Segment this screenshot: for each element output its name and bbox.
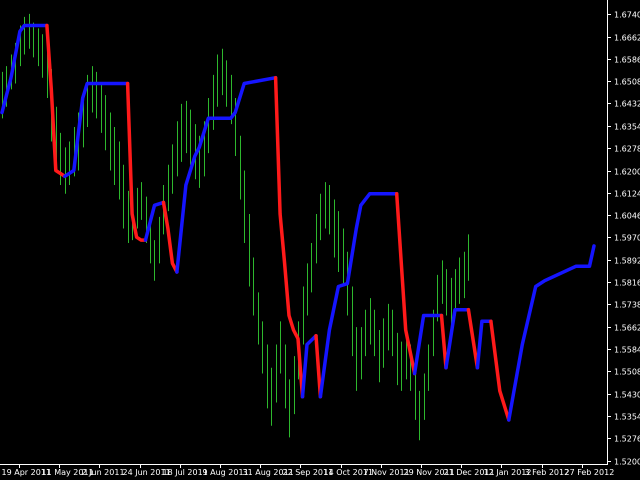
y-tick-label: 1.6354: [614, 123, 640, 132]
y-tick-label: 1.5430: [614, 391, 640, 400]
y-tick-label: 1.6586: [614, 56, 640, 65]
y-tick-label: 1.5508: [614, 368, 640, 377]
y-tick-label: 1.5892: [614, 257, 640, 266]
x-tick-label: 2 Jun 2011: [82, 468, 125, 477]
y-tick-label: 1.5354: [614, 413, 640, 422]
y-tick-label: 1.6200: [614, 168, 640, 177]
y-tick-label: 1.6740: [614, 11, 640, 20]
x-tick-label: 27 Feb 2012: [565, 468, 615, 477]
y-tick-label: 1.5276: [614, 435, 640, 444]
y-tick-label: 1.5662: [614, 324, 640, 333]
y-tick-label: 1.5816: [614, 279, 640, 288]
y-tick-label: 1.5584: [614, 346, 640, 355]
y-tick-label: 1.6432: [614, 100, 640, 109]
x-tick-label: 18 Jul 2011: [163, 468, 208, 477]
x-tick-label: 3 Feb 2012: [525, 468, 570, 477]
y-tick-label: 1.5200: [614, 458, 640, 467]
y-tick-label: 1.6278: [614, 145, 640, 154]
y-tick-label: 1.6662: [614, 34, 640, 43]
y-tick-label: 1.5970: [614, 234, 640, 243]
y-tick-label: 1.6508: [614, 78, 640, 87]
y-tick-label: 1.5738: [614, 301, 640, 310]
y-tick-label: 1.6046: [614, 212, 640, 221]
y-tick-label: 1.6124: [614, 190, 640, 199]
price-chart: 1.6740 1.6662 1.6586 1.6508 1.6432 1.6354 1.62…: [0, 0, 640, 480]
